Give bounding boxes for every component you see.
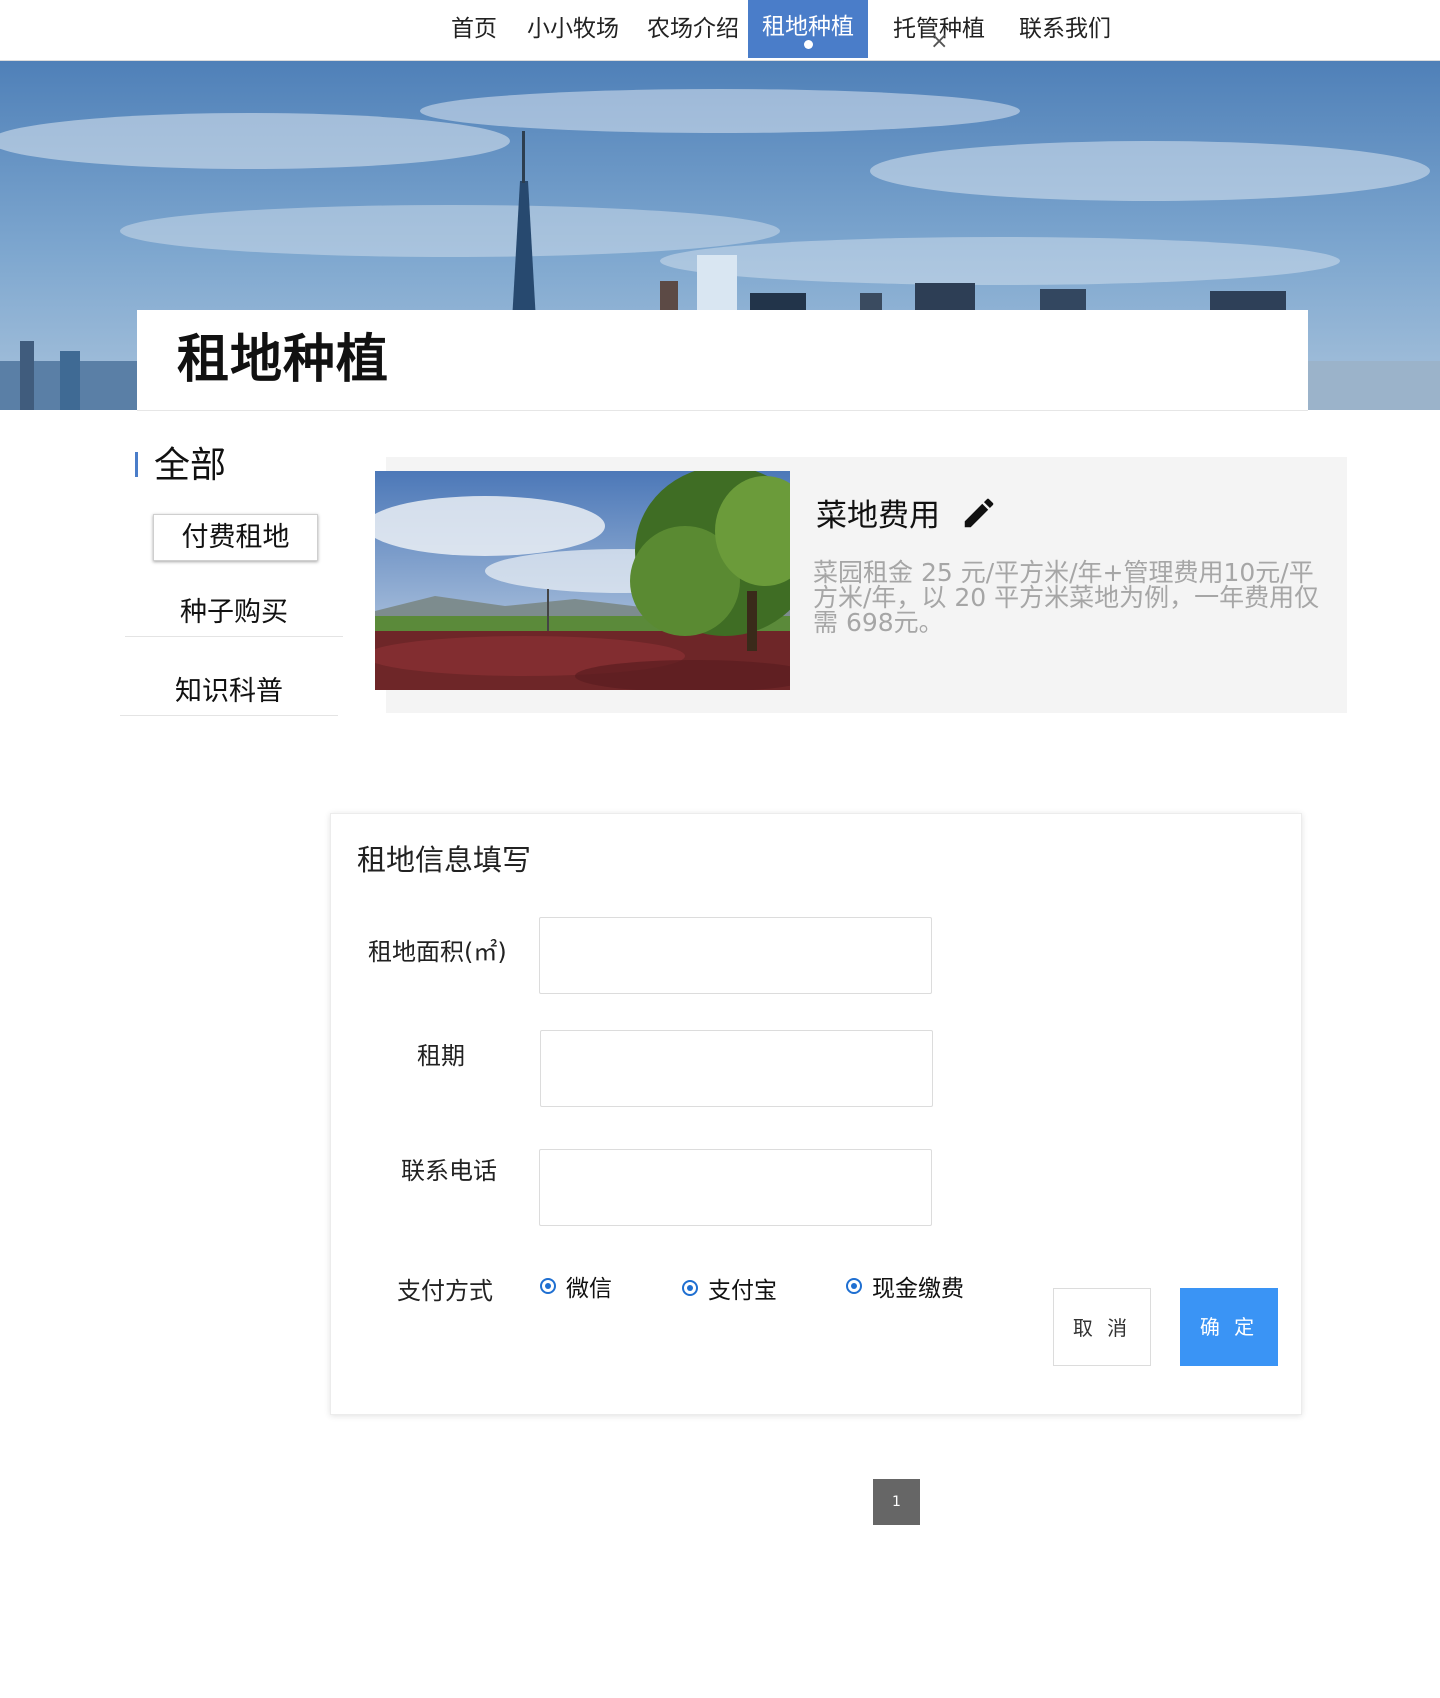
payment-option-label: 现金缴费 [872,1276,964,1302]
area-input[interactable] [539,917,932,994]
payment-option-label: 支付宝 [708,1278,777,1304]
sidebar-item-knowledge[interactable]: 知识科普 [120,669,338,716]
sidebar-accent-bar [135,452,138,477]
sidebar-heading[interactable]: 全部 [154,444,226,488]
term-label: 租期 [417,1042,465,1070]
nav-home[interactable]: 首页 [440,0,508,58]
phone-input[interactable] [539,1149,932,1226]
payment-option-cash[interactable]: 现金缴费 [846,1270,964,1302]
nav-contact[interactable]: 联系我们 [1003,0,1127,58]
payment-option-wechat[interactable]: 微信 [540,1270,612,1302]
active-indicator-dot [804,40,813,49]
confirm-button[interactable]: 确 定 [1180,1288,1278,1366]
card-title[interactable]: 菜地费用 [816,496,940,536]
rental-form-dialog [330,813,1302,1415]
pagination-page-1[interactable]: 1 [873,1479,920,1525]
page-title-box: 租地种植 [137,310,1308,411]
sidebar-item-seed-purchase[interactable]: 种子购买 [125,590,343,637]
page-title: 租地种植 [177,330,390,390]
payment-option-label: 微信 [566,1276,612,1302]
nav-ranch[interactable]: 小小牧场 [520,0,626,58]
payment-label: 支付方式 [397,1277,493,1305]
nav-land-rental-label: 租地种植 [762,14,854,40]
area-label: 租地面积(㎡) [368,938,507,966]
sidebar-item-paid-rental[interactable]: 付费租地 [153,514,318,561]
field-photo [375,471,790,690]
nav-land-rental[interactable]: 租地种植 [748,0,868,58]
dialog-title: 租地信息填写 [357,843,532,877]
farm-field-image [375,471,790,690]
nav-farm-intro[interactable]: 农场介绍 [640,0,746,58]
pencil-icon[interactable] [960,494,998,532]
radio-icon [846,1278,862,1294]
term-input[interactable] [540,1030,933,1107]
radio-icon [682,1280,698,1296]
top-nav: 首页 小小牧场 农场介绍 租地种植 托管种植 × 联系我们 [0,0,1440,61]
phone-label: 联系电话 [401,1157,497,1185]
cancel-button[interactable]: 取 消 [1053,1288,1151,1366]
payment-option-alipay[interactable]: 支付宝 [682,1272,777,1304]
radio-icon [540,1278,556,1294]
card-description: 菜园租金 25 元/平方米/年+管理费用10元/平方米/年，以 20 平方米菜地… [813,558,1320,637]
close-icon[interactable]: × [930,31,948,53]
